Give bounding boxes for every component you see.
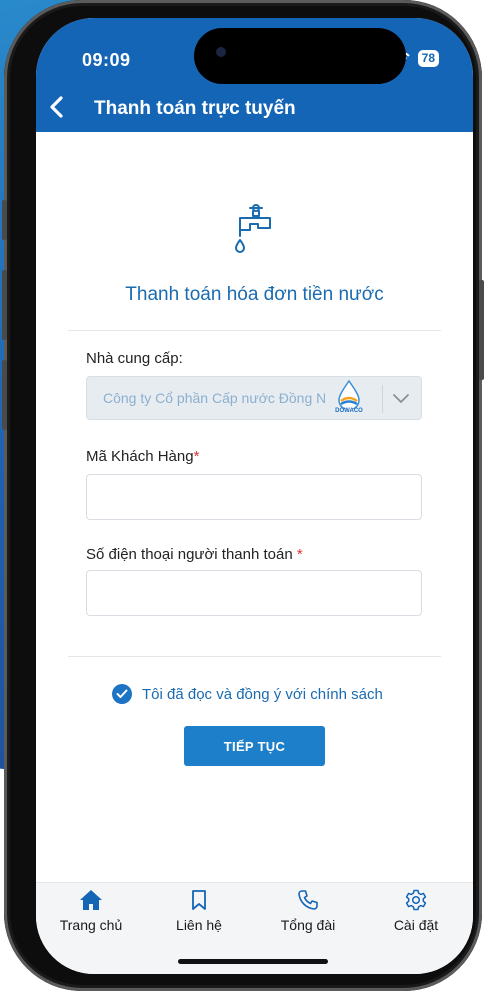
provider-label: Nhà cung cấp: bbox=[86, 350, 183, 367]
tab-label: Trang chủ bbox=[59, 917, 123, 933]
payment-form-content: Thanh toán hóa đơn tiền nước Nhà cung cấ… bbox=[36, 132, 473, 882]
provider-select-value: Công ty Cổ phần Cấp nước Đồng Nai bbox=[103, 390, 325, 406]
select-separator bbox=[382, 385, 383, 413]
dowaco-logo-text: DOWACO bbox=[335, 408, 363, 414]
power-button bbox=[479, 280, 484, 380]
phone-screen: 09:09 78 Thanh toán trực tuyến Thanh toá… bbox=[36, 18, 473, 974]
tab-settings[interactable]: Cài đặt bbox=[366, 889, 466, 933]
water-drop-logo-icon bbox=[338, 379, 360, 411]
bottom-tab-bar: Trang chủ Liên hệ Tổng đài Cài đặt bbox=[36, 882, 473, 974]
front-camera bbox=[216, 47, 226, 57]
tab-label: Cài đặt bbox=[393, 917, 439, 933]
battery-indicator: 78 bbox=[417, 50, 439, 67]
dynamic-island bbox=[194, 28, 406, 84]
divider-bottom bbox=[68, 656, 441, 657]
status-time: 09:09 bbox=[82, 50, 131, 70]
home-icon bbox=[80, 890, 102, 910]
payer-phone-input[interactable] bbox=[86, 570, 422, 616]
chevron-left-icon bbox=[50, 96, 63, 118]
customer-code-label: Mã Khách Hàng* bbox=[86, 448, 200, 465]
chevron-down-icon[interactable] bbox=[392, 391, 410, 405]
volume-up-button bbox=[2, 270, 7, 340]
agree-policy-text: Tôi đã đọc và đồng ý với chính sách bbox=[142, 685, 383, 703]
volume-down-button bbox=[2, 360, 7, 430]
dowaco-logo: DOWACO bbox=[327, 379, 371, 417]
tab-label: Liên hệ bbox=[176, 917, 222, 933]
required-mark: * bbox=[193, 448, 200, 465]
home-indicator bbox=[178, 959, 328, 964]
phone-icon bbox=[298, 890, 318, 910]
water-tap-icon bbox=[235, 204, 271, 253]
tab-label: Tổng đài bbox=[280, 917, 336, 933]
phone-frame: 09:09 78 Thanh toán trực tuyến Thanh toá… bbox=[2, 0, 484, 991]
customer-code-input[interactable] bbox=[86, 474, 422, 520]
mute-switch bbox=[2, 200, 7, 240]
gear-icon bbox=[405, 889, 427, 911]
payer-phone-label: Số điện thoại người thanh toán * bbox=[86, 546, 303, 563]
checkmark-circle-icon[interactable] bbox=[112, 684, 132, 704]
agree-policy-checkbox[interactable]: Tôi đã đọc và đồng ý với chính sách bbox=[112, 684, 383, 704]
provider-select[interactable]: Công ty Cổ phần Cấp nước Đồng Nai DOWACO bbox=[86, 376, 422, 420]
tab-contact[interactable]: Liên hệ bbox=[149, 889, 249, 933]
service-title: Thanh toán hóa đơn tiền nước bbox=[125, 284, 384, 305]
required-mark: * bbox=[296, 546, 303, 563]
tab-hotline[interactable]: Tổng đài bbox=[258, 889, 358, 933]
bookmark-icon bbox=[192, 890, 206, 910]
back-button[interactable] bbox=[44, 92, 72, 122]
divider-top bbox=[68, 330, 441, 331]
continue-button[interactable]: TIẾP TỤC bbox=[184, 726, 325, 766]
page-title: Thanh toán trực tuyến bbox=[94, 98, 296, 119]
tab-home[interactable]: Trang chủ bbox=[41, 889, 141, 933]
